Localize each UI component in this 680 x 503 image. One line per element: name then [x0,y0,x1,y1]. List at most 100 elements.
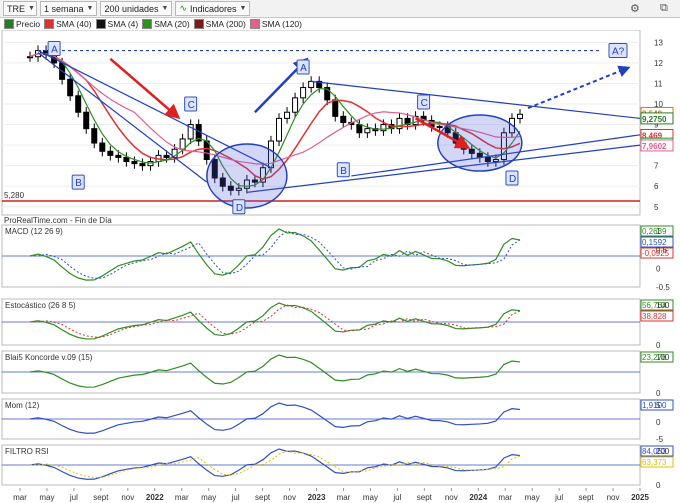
indicator-title: Blai5 Koncorde v.09 (15) [5,353,93,362]
x-tick-label: nov [607,493,620,502]
indicator-tick-label: 1 [656,227,661,236]
x-tick-label: may [525,493,540,502]
candle [75,95,82,113]
annotation-label: B [75,178,82,189]
x-tick-label: nov [445,493,458,502]
candle [340,115,347,124]
x-tick-label: mar [498,493,512,502]
x-tick-label: jul [69,493,78,502]
price-label: 7,9602 [642,142,667,151]
candle [364,128,371,134]
popout-icon[interactable]: ⧉ [660,2,668,15]
indicator-value: 1,9100 [642,401,667,410]
candle [67,78,74,97]
legend-item[interactable]: SMA (200) [193,18,246,29]
x-tick-label: 2025 [631,493,649,502]
x-tick-label: jul [231,493,240,502]
indicator-tick-label: 100 [656,301,670,310]
x-tick-label: may [363,493,378,502]
x-tick-label: may [201,493,216,502]
chevron-down-icon: ▼ [161,5,169,12]
support-label: 5,280 [4,191,25,200]
x-tick-label: jul [392,493,401,502]
indicator-tick-label: 0 [656,341,661,350]
candle [276,117,283,142]
legend: Precio SMA (40) SMA (4) SMA (20) SMA (200) SM… [0,17,680,30]
x-tick-label: 2022 [146,493,164,502]
legend-swatch [193,18,204,29]
indicator-value: 38,828 [642,312,667,321]
x-tick-label: sept [579,493,595,502]
y-tick-label: 7 [654,162,659,171]
candle [115,154,122,158]
annotation-label: A? [612,47,625,58]
chevron-down-icon: ▼ [28,5,35,12]
candle [91,128,98,144]
y-tick-label: 12 [654,59,663,68]
indicator-title: Estocástico (26 8 5) [5,301,76,310]
indicators-button[interactable]: ∿ Indicadores ▼ [175,1,251,16]
candle [380,124,387,132]
indicator-tick-label: -5 [656,435,664,444]
candle [83,111,90,130]
candle [27,56,33,59]
period-selector[interactable]: 1 semana ▼ [40,1,98,16]
toolbar: TRE ▼ 1 semana ▼ 200 unidades ▼ ∿ Indicador… [0,0,680,18]
y-tick-label: 6 [654,182,659,191]
legend-swatch [44,18,55,29]
x-tick-label: sept [417,493,433,502]
symbol-label: TRE [7,3,25,14]
indicator-title: MACD (12 26 9) [5,227,63,236]
indicator-value: 63,373 [642,458,667,467]
symbol-selector[interactable]: TRE ▼ [3,1,37,16]
x-tick-label: mar [337,493,351,502]
x-tick-label: may [39,493,54,502]
indicator-tick-label: 0 [656,389,661,398]
indicator-tick-label: 0 [656,481,661,490]
indicator-tick-label: 100 [656,353,670,362]
legend-swatch [142,18,153,29]
candle [123,156,130,163]
candle [292,97,299,113]
x-tick-label: nov [283,493,296,502]
legend-swatch [95,18,106,29]
candle [284,111,291,119]
chevron-down-icon: ▼ [239,5,247,12]
legend-item[interactable]: SMA (4) [95,18,139,29]
highlight-ellipse [437,114,523,172]
legend-item[interactable]: SMA (120) [249,18,302,29]
legend-label: Precio [16,18,41,29]
x-tick-label: mar [13,493,27,502]
x-tick-label: jul [554,493,563,502]
highlight-ellipse [206,143,288,209]
candle [356,124,363,134]
candle [107,150,114,156]
annotation-label: B [340,166,347,177]
x-tick-label: 2024 [469,493,487,502]
annotation-label: A [51,45,58,56]
legend-swatch [4,18,14,29]
x-tick-label: nov [121,493,134,502]
candle [517,113,523,119]
indicator-tick-label: 200 [656,447,670,456]
indicator-tick-label: 0 [656,264,661,273]
annotation-label: D [236,203,243,214]
y-tick-label: 11 [654,79,663,88]
candle [308,80,315,89]
legend-item[interactable]: SMA (40) [44,18,92,29]
units-label: 200 unidades [104,3,159,14]
legend-label: SMA (20) [154,18,190,29]
units-selector[interactable]: 200 unidades ▼ [100,1,173,16]
x-tick-label: sept [93,493,109,502]
legend-item[interactable]: Precio [4,18,41,29]
candle [163,154,170,158]
indicator-value: 0,2639 [642,227,667,236]
period-label: 1 semana [44,3,84,14]
legend-label: SMA (4) [107,18,139,29]
chevron-down-icon: ▼ [86,5,94,12]
y-tick-label: 5 [654,203,659,212]
candle [300,87,307,99]
settings-icon[interactable]: ⚙ [630,2,640,15]
x-tick-label: sept [255,493,271,502]
legend-item[interactable]: SMA (20) [142,18,190,29]
